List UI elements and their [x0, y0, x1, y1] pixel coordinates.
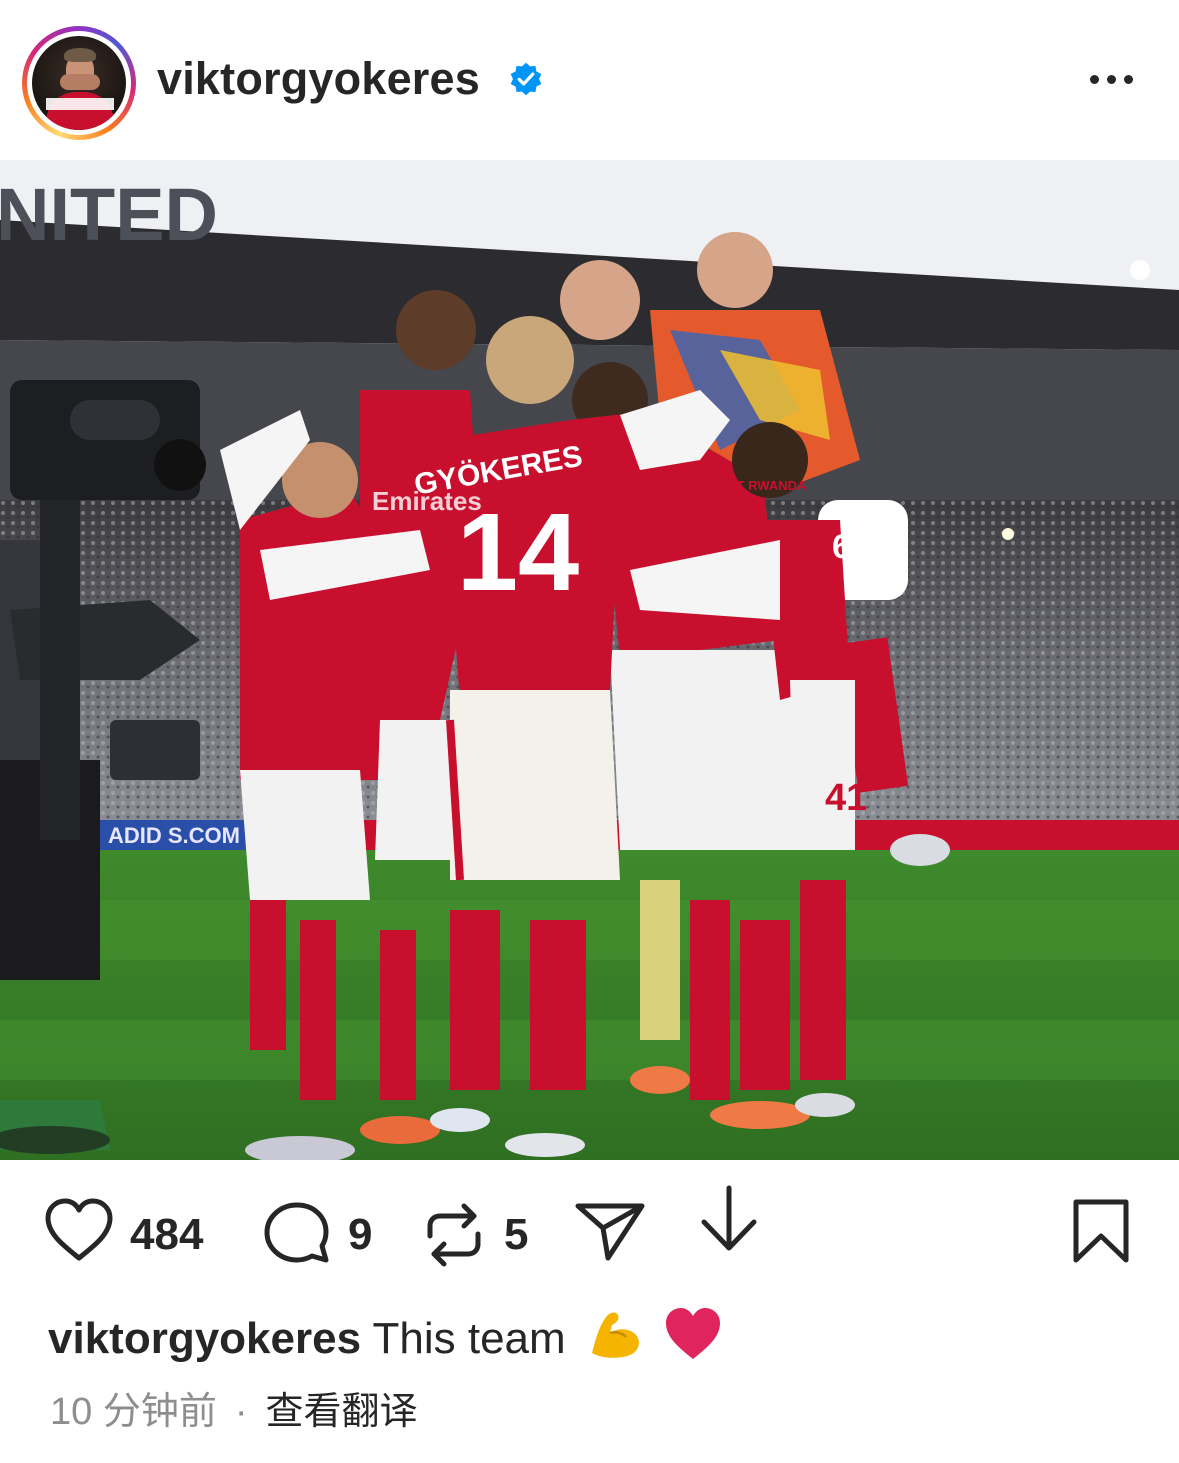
comment-icon[interactable]: [262, 1200, 334, 1266]
verified-badge-icon: [510, 62, 542, 96]
bookmark-icon[interactable]: [1070, 1198, 1132, 1266]
post-photo[interactable]: NITED ADID S.COM GYÖKERES 14 41 6 Emirat…: [0, 160, 1179, 1160]
more-horizontal-icon: [1090, 75, 1099, 84]
likes-count[interactable]: 484: [130, 1210, 203, 1260]
celebration-image: NITED ADID S.COM GYÖKERES 14 41 6 Emirat…: [0, 160, 1179, 1160]
profile-avatar[interactable]: [22, 26, 136, 140]
shorts-number-text: 41: [825, 777, 867, 819]
see-translation-link[interactable]: 查看翻译: [265, 1391, 417, 1433]
caption-text: This team: [372, 1314, 566, 1363]
download-icon[interactable]: [698, 1184, 760, 1256]
caption-username[interactable]: viktorgyokeres: [48, 1314, 361, 1363]
sponsor-text: Emirates: [372, 486, 482, 516]
post-meta: 10 分钟前 · 查看翻译: [50, 1380, 418, 1435]
stadium-sign: NITED: [0, 173, 218, 256]
reposts-count[interactable]: 5: [504, 1210, 528, 1260]
heart-icon[interactable]: [44, 1198, 114, 1264]
post-username[interactable]: viktorgyokeres: [157, 53, 480, 105]
post-header: viktorgyokeres: [0, 0, 1179, 160]
red-heart-icon: [666, 1308, 721, 1359]
repost-icon[interactable]: [424, 1200, 484, 1270]
ad-board-text: ADID S.COM: [108, 823, 240, 848]
flexed-biceps-icon: [591, 1312, 639, 1358]
meta-separator: ·: [234, 1391, 248, 1433]
avatar-image: [32, 36, 126, 130]
sleeve-number-text: 6: [832, 528, 851, 566]
more-options-button[interactable]: [1084, 66, 1140, 94]
sleeve-sponsor-text: VISIT RWANDA: [712, 478, 807, 493]
share-icon[interactable]: [574, 1200, 646, 1262]
post-timestamp: 10 分钟前: [50, 1391, 217, 1433]
post-caption: viktorgyokeres This team: [48, 1307, 722, 1364]
comments-count[interactable]: 9: [348, 1210, 372, 1260]
